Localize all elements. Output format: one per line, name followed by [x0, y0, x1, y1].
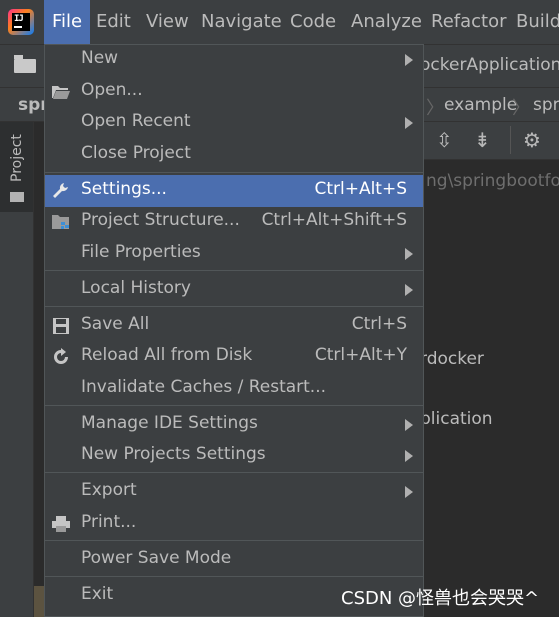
submenu-arrow-icon	[405, 284, 413, 296]
breadcrumb-separator: 〉	[512, 98, 530, 119]
menu-edit[interactable]: Edit	[96, 0, 131, 44]
menu-item-open-recent[interactable]: Open Recent	[45, 107, 423, 139]
menu-bar: IJ File Edit View Navigate Code Analyze …	[0, 0, 559, 44]
project-tool-label: Project	[9, 134, 25, 182]
run-configuration[interactable]: ockerApplication	[420, 55, 559, 75]
menu-item-label: Invalidate Caches / Restart...	[81, 377, 327, 397]
menu-item-label: Exit	[81, 584, 114, 604]
menu-item-shortcut: Ctrl+Alt+Shift+S	[261, 210, 407, 230]
menu-analyze[interactable]: Analyze	[351, 0, 422, 44]
breadcrumb-separator: 〉	[426, 98, 444, 119]
breadcrumb-item[interactable]: example	[444, 95, 517, 115]
menu-item-print[interactable]: Print...	[45, 508, 423, 540]
menu-item-save-all[interactable]: Save All Ctrl+S	[45, 310, 423, 342]
menu-build[interactable]: Build	[516, 0, 559, 44]
folder-icon	[10, 192, 24, 202]
gear-icon[interactable]: ⚙	[523, 128, 541, 152]
menu-item-invalidate-caches[interactable]: Invalidate Caches / Restart...	[45, 373, 423, 405]
open-folder-icon[interactable]	[14, 55, 36, 73]
menu-item-local-history[interactable]: Local History	[45, 274, 423, 306]
menu-code[interactable]: Code	[290, 0, 336, 44]
menu-item-label: Project Structure...	[81, 210, 240, 230]
menu-separator	[45, 172, 423, 173]
menu-item-settings[interactable]: Settings... Ctrl+Alt+S	[45, 175, 423, 207]
menu-item-manage-ide-settings[interactable]: Manage IDE Settings	[45, 409, 423, 441]
menu-item-new[interactable]: New	[45, 44, 423, 76]
watermark-text: CSDN @怪兽也会哭哭^	[341, 588, 540, 609]
menu-item-label: Manage IDE Settings	[81, 413, 258, 433]
submenu-arrow-icon	[405, 117, 413, 129]
collapse-all-icon[interactable]: ⇟	[474, 128, 491, 152]
menu-separator	[45, 576, 423, 577]
submenu-arrow-icon	[405, 486, 413, 498]
menu-item-label: File Properties	[81, 242, 201, 262]
menu-item-project-structure[interactable]: Project Structure... Ctrl+Alt+Shift+S	[45, 206, 423, 238]
reload-icon	[54, 348, 68, 364]
menu-item-shortcut: Ctrl+S	[351, 314, 407, 334]
submenu-arrow-icon	[405, 54, 413, 66]
menu-separator	[45, 472, 423, 473]
folder-open-icon	[52, 86, 70, 99]
menu-item-label: Print...	[81, 512, 137, 532]
menu-item-open[interactable]: Open...	[45, 76, 423, 108]
logo-text: IJ	[14, 14, 24, 24]
menu-item-label: New Projects Settings	[81, 444, 266, 464]
menu-item-close-project[interactable]: Close Project	[45, 139, 423, 171]
menu-item-export[interactable]: Export	[45, 476, 423, 508]
menu-item-label: Save All	[81, 314, 150, 334]
project-path-text: ng\springbootfo	[426, 171, 559, 191]
intellij-logo-icon[interactable]: IJ	[8, 9, 34, 35]
menu-separator	[45, 270, 423, 271]
menu-view[interactable]: View	[146, 0, 189, 44]
submenu-arrow-icon	[405, 450, 413, 462]
menu-item-label: Settings...	[81, 179, 167, 199]
menu-item-label: New	[81, 48, 119, 68]
menu-separator	[45, 306, 423, 307]
menu-item-new-projects-settings[interactable]: New Projects Settings	[45, 440, 423, 472]
submenu-arrow-icon	[405, 419, 413, 431]
wrench-icon	[53, 183, 68, 198]
submenu-arrow-icon	[405, 248, 413, 260]
menu-item-label: Close Project	[81, 143, 191, 163]
menu-item-label: Export	[81, 480, 137, 500]
menu-separator	[45, 540, 423, 541]
menu-item-label: Local History	[81, 278, 191, 298]
menu-item-power-save-mode[interactable]: Power Save Mode	[45, 544, 423, 576]
toolbar-divider	[510, 126, 511, 154]
breadcrumb-item[interactable]: spr	[533, 95, 559, 115]
menu-navigate[interactable]: Navigate	[201, 0, 282, 44]
menu-item-label: Open...	[81, 80, 143, 100]
printer-icon	[52, 516, 70, 532]
menu-item-shortcut: Ctrl+Alt+S	[314, 179, 407, 199]
menu-file[interactable]: File	[44, 0, 91, 44]
menu-refactor[interactable]: Refactor	[431, 0, 507, 44]
tree-item[interactable]: rdocker	[420, 349, 484, 369]
menu-separator	[45, 405, 423, 406]
menu-item-label: Power Save Mode	[81, 548, 232, 568]
expand-all-icon[interactable]: ⇳	[436, 128, 453, 152]
menu-item-label: Open Recent	[81, 111, 191, 131]
tree-item[interactable]: plication	[420, 409, 493, 429]
menu-item-file-properties[interactable]: File Properties	[45, 238, 423, 270]
menu-item-shortcut: Ctrl+Alt+Y	[314, 345, 407, 365]
menu-item-label: Reload All from Disk	[81, 345, 253, 365]
project-structure-icon	[52, 215, 69, 229]
floppy-icon	[53, 318, 69, 334]
menu-item-reload-all[interactable]: Reload All from Disk Ctrl+Alt+Y	[45, 341, 423, 373]
